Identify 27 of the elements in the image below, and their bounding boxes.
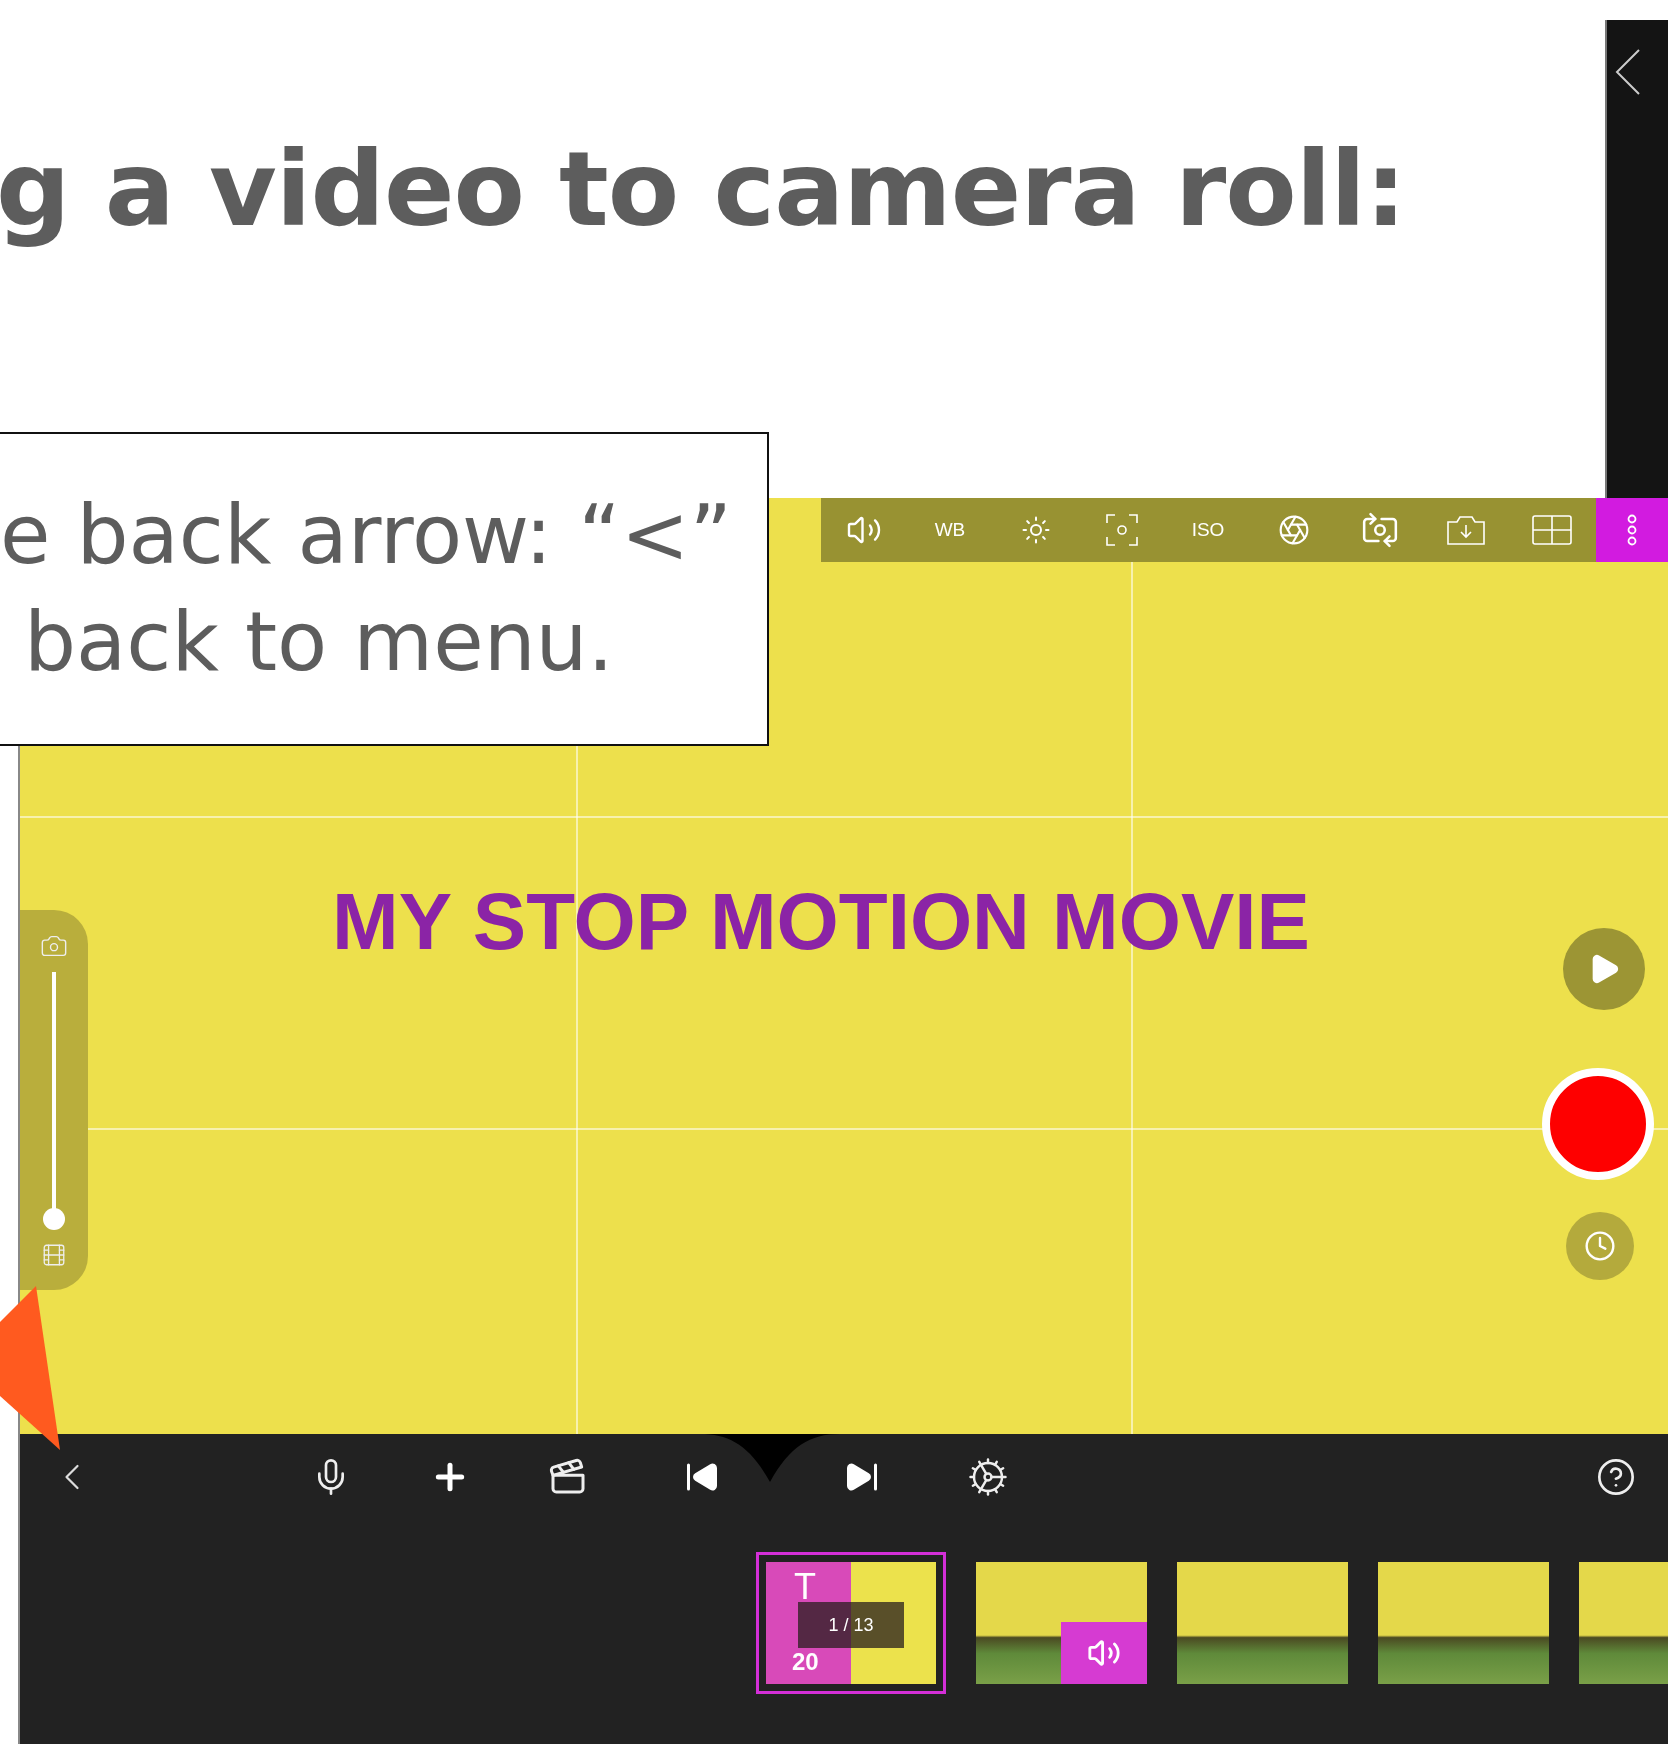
- photo-frame[interactable]: [1378, 1562, 1549, 1684]
- slide-title: g a video to camera roll:: [0, 128, 1406, 250]
- callout-text: back to menu.: [23, 593, 615, 691]
- clapperboard-icon: [548, 1457, 588, 1497]
- selected-frame[interactable]: T 1 / 13 20: [756, 1552, 946, 1694]
- aperture-icon: [1278, 514, 1310, 546]
- more-button[interactable]: [1596, 498, 1668, 562]
- slider-thumb[interactable]: [43, 1208, 65, 1230]
- switch-camera-icon: [1361, 511, 1399, 549]
- more-icon: [1626, 514, 1638, 546]
- settings-icon: [967, 1456, 1009, 1498]
- camera-download-icon: [1446, 514, 1486, 546]
- clock-icon: [1584, 1230, 1616, 1262]
- callout-text: e back arrow: “<”: [0, 486, 733, 585]
- film-icon: [41, 1242, 67, 1268]
- sun-icon: [1021, 515, 1051, 545]
- grid-icon: [1532, 515, 1572, 545]
- photo-frame[interactable]: [1177, 1562, 1348, 1684]
- frame-counter: 1 / 13: [798, 1602, 904, 1648]
- movie-title: MY STOP MOTION MOVIE: [332, 876, 1310, 968]
- mode-slider[interactable]: [43, 972, 65, 1230]
- photo-frame[interactable]: [976, 1562, 1147, 1684]
- title-card-thumbnail[interactable]: T 1 / 13 20: [766, 1562, 936, 1684]
- focus-icon: [1105, 513, 1139, 547]
- frame-duration: 20: [792, 1648, 819, 1676]
- chevron-left-icon: [1615, 48, 1641, 96]
- help-icon: [1596, 1457, 1636, 1497]
